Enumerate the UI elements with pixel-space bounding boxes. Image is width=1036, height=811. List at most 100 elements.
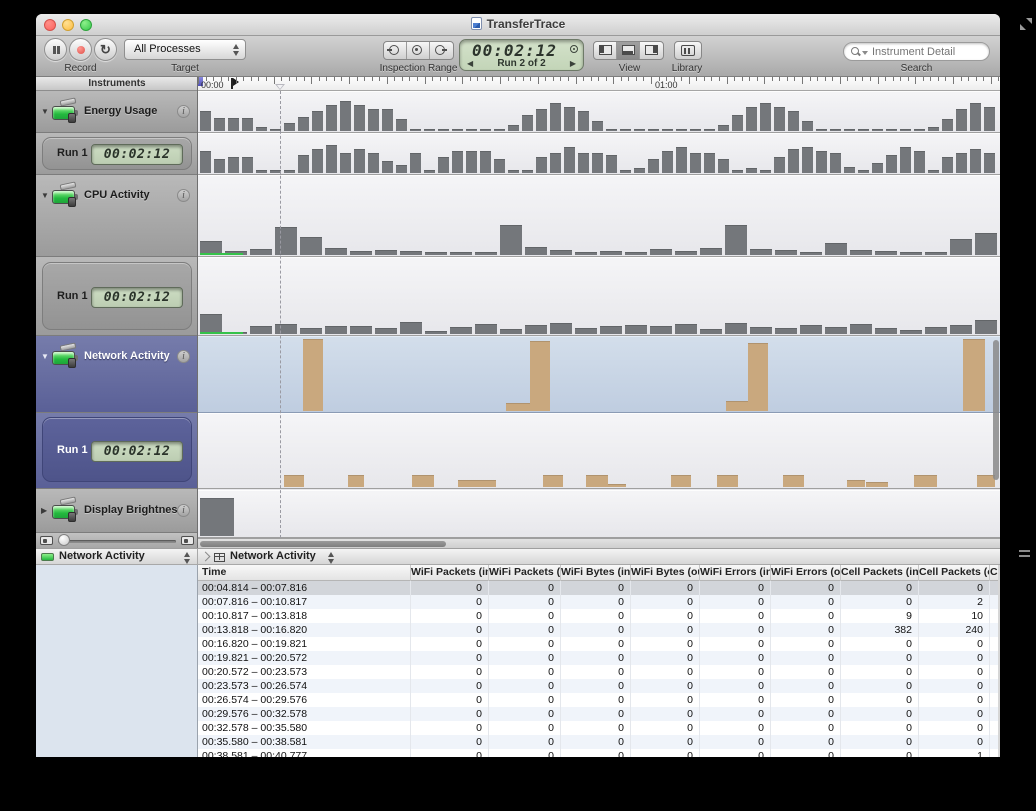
- search-options-chevron-icon[interactable]: [862, 51, 868, 55]
- info-icon[interactable]: i: [177, 189, 190, 202]
- ruler-tick: [810, 77, 811, 81]
- record-button[interactable]: [69, 38, 92, 61]
- library-button[interactable]: [674, 41, 702, 60]
- display-brightness-track[interactable]: [198, 490, 1000, 538]
- value-cell: 0: [700, 665, 771, 679]
- flag-marker-icon[interactable]: [231, 78, 233, 89]
- ruler-tick: [492, 77, 493, 81]
- track-area[interactable]: 00:0001:00: [198, 77, 1000, 548]
- inspection-range-reset-button[interactable]: [407, 42, 430, 59]
- table-row[interactable]: 00:04.814 – 00:07.816000000000: [198, 581, 998, 595]
- disclosure-triangle-icon[interactable]: ▼: [41, 352, 49, 361]
- value-cell: 0: [561, 679, 631, 693]
- histogram-bar: [494, 129, 505, 131]
- playhead-marker[interactable]: [275, 84, 285, 90]
- value-cell: 0: [990, 693, 998, 707]
- disclosure-triangle-icon[interactable]: ▼: [41, 191, 49, 200]
- time-cell: 00:38.581 – 00:40.777: [198, 749, 411, 757]
- menu-lines-icon[interactable]: [1019, 550, 1030, 557]
- search-field[interactable]: [843, 42, 990, 61]
- title-bar[interactable]: TransferTrace: [36, 14, 1000, 36]
- track-zoom-slider[interactable]: [58, 540, 176, 543]
- table-row[interactable]: 00:23.573 – 00:26.574000000000: [198, 679, 998, 693]
- inspection-range-end-button[interactable]: [430, 42, 453, 59]
- table-row[interactable]: 00:19.821 – 00:20.572000000000: [198, 651, 998, 665]
- inspection-range-start-button[interactable]: [384, 42, 407, 59]
- detail-table[interactable]: TimeWiFi Packets (in)WiFi Packets (out)W…: [198, 565, 998, 757]
- info-icon[interactable]: i: [177, 105, 190, 118]
- histogram-bar: [900, 252, 922, 255]
- histogram-bar: [816, 129, 827, 131]
- view-bottom-pane-button[interactable]: [617, 42, 640, 59]
- table-row[interactable]: 00:10.817 – 00:13.8180000009101837: [198, 609, 998, 623]
- info-icon[interactable]: i: [177, 504, 190, 517]
- search-input[interactable]: [870, 44, 985, 59]
- run-time-display: 00:02:12: [91, 287, 183, 308]
- value-cell: 0: [631, 581, 700, 595]
- sidebar-item-energy-usage[interactable]: ▼ Energy Usage i: [36, 91, 198, 133]
- disclosure-chevron-icon[interactable]: [201, 552, 207, 562]
- table-row[interactable]: 00:29.576 – 00:32.578000000000: [198, 707, 998, 721]
- histogram-bar: [368, 109, 379, 131]
- cpu-activity-track[interactable]: [198, 175, 1000, 257]
- timeline-ruler[interactable]: 00:0001:00: [198, 77, 1000, 91]
- info-icon[interactable]: i: [177, 350, 190, 363]
- value-cell: 0: [771, 665, 841, 679]
- energy-usage-track[interactable]: [198, 91, 1000, 133]
- column-header[interactable]: Cell Packets (out): [919, 565, 990, 581]
- track-zoom-knob[interactable]: [58, 534, 70, 546]
- ruler-tick: [440, 77, 441, 81]
- horizontal-scrollbar[interactable]: [198, 538, 1000, 548]
- table-row[interactable]: 00:13.818 – 00:16.820000000382240532295: [198, 623, 998, 637]
- view-right-pane-button[interactable]: [640, 42, 663, 59]
- column-header[interactable]: Cell Bytes (in): [990, 565, 998, 581]
- run-row-energy[interactable]: Run 1 00:02:12: [36, 133, 198, 175]
- histogram-bar: [648, 159, 659, 173]
- sidebar-item-cpu-activity[interactable]: ▼ CPU Activity i: [36, 175, 198, 257]
- view-left-pane-button[interactable]: [594, 42, 617, 59]
- column-header[interactable]: Time: [198, 565, 411, 581]
- network-activity-run-track[interactable]: [198, 413, 1000, 489]
- column-header[interactable]: WiFi Packets (out): [489, 565, 561, 581]
- pause-button[interactable]: [44, 38, 67, 61]
- table-row[interactable]: 00:20.572 – 00:23.573000000000: [198, 665, 998, 679]
- next-run-button[interactable]: ▶: [570, 59, 576, 68]
- run-row-cpu[interactable]: Run 1 00:02:12: [36, 257, 198, 336]
- large-track-size-icon[interactable]: [181, 536, 194, 545]
- search-icon: [851, 47, 859, 55]
- ruler-tick: [878, 77, 879, 84]
- ruler-tick: [961, 77, 962, 81]
- target-dropdown[interactable]: All Processes: [124, 39, 246, 60]
- loop-button[interactable]: ↻: [94, 38, 117, 61]
- table-row[interactable]: 00:26.574 – 00:29.576000000000: [198, 693, 998, 707]
- vertical-scrollbar-thumb[interactable]: [993, 340, 999, 480]
- network-activity-track[interactable]: [198, 336, 1000, 413]
- sidebar-item-display-brightness[interactable]: ▶ Display Brightness i: [36, 489, 198, 533]
- small-track-size-icon[interactable]: [40, 536, 53, 545]
- table-row[interactable]: 00:07.816 – 00:10.817000000020: [198, 595, 998, 609]
- horizontal-scrollbar-thumb[interactable]: [200, 541, 446, 547]
- value-cell: 0: [919, 707, 990, 721]
- column-header[interactable]: WiFi Packets (in): [411, 565, 489, 581]
- fullscreen-icon[interactable]: [1020, 18, 1032, 30]
- playhead-line[interactable]: [280, 91, 281, 538]
- energy-usage-run-track[interactable]: [198, 133, 1000, 175]
- column-header[interactable]: WiFi Errors (out): [771, 565, 841, 581]
- column-header[interactable]: WiFi Bytes (in): [561, 565, 631, 581]
- column-header[interactable]: Cell Packets (in): [841, 565, 919, 581]
- sidebar-item-network-activity[interactable]: ▼ Network Activity i: [36, 336, 198, 413]
- value-cell: 0: [561, 721, 631, 735]
- histogram-bar: [620, 129, 631, 131]
- histogram-bar: [850, 324, 872, 334]
- column-header[interactable]: WiFi Bytes (out): [631, 565, 700, 581]
- column-header[interactable]: WiFi Errors (in): [700, 565, 771, 581]
- instrument-selector[interactable]: Network Activity: [36, 549, 198, 566]
- disclosure-triangle-icon[interactable]: ▶: [41, 506, 47, 515]
- table-row[interactable]: 00:35.580 – 00:38.581000000000: [198, 735, 998, 749]
- table-row[interactable]: 00:32.578 – 00:35.580000000000: [198, 721, 998, 735]
- table-row[interactable]: 00:38.581 – 00:40.777000000010: [198, 749, 998, 757]
- table-row[interactable]: 00:16.820 – 00:19.821000000000: [198, 637, 998, 651]
- run-row-network[interactable]: Run 1 00:02:12: [36, 413, 198, 489]
- disclosure-triangle-icon[interactable]: ▼: [41, 107, 49, 116]
- cpu-activity-run-track[interactable]: [198, 257, 1000, 336]
